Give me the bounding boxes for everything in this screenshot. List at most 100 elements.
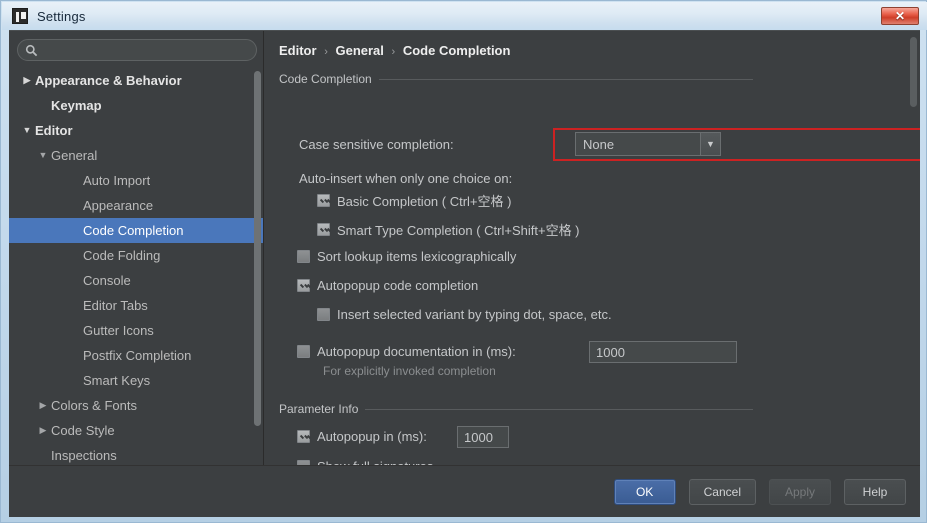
sidebar-item-label: Code Folding bbox=[83, 248, 161, 263]
chevron-down-icon[interactable]: ▼ bbox=[35, 151, 51, 160]
sidebar-item-console[interactable]: Console bbox=[9, 268, 263, 293]
sidebar-item-label: Smart Keys bbox=[83, 373, 151, 388]
title-bar: Settings ✕ bbox=[2, 2, 927, 30]
basic-completion-checkbox[interactable] bbox=[317, 194, 330, 207]
insert-selected-variant-checkbox-row[interactable]: Insert selected variant by typing dot, s… bbox=[317, 307, 612, 322]
sidebar-item-label: Keymap bbox=[51, 98, 102, 113]
autopopup-documentation-hint-wrap: For explicitly invoked completion bbox=[323, 364, 496, 378]
dialog-button-bar: OK Cancel Apply Help bbox=[9, 465, 920, 517]
chevron-down-icon[interactable]: ▼ bbox=[700, 133, 720, 155]
autopopup-documentation-input[interactable] bbox=[589, 341, 737, 363]
dialog-body: ▶ Appearance & Behavior Keymap ▼ Editor ▼ Gene… bbox=[9, 30, 920, 517]
sidebar-item-colors-fonts[interactable]: ▶ Colors & Fonts bbox=[9, 393, 263, 418]
parameter-autopopup-checkbox[interactable] bbox=[297, 430, 310, 443]
sidebar-item-label: Console bbox=[83, 273, 131, 288]
sort-lookup-items-checkbox[interactable] bbox=[297, 250, 310, 263]
sidebar-item-label: Gutter Icons bbox=[83, 323, 154, 338]
parameter-autopopup-input[interactable] bbox=[457, 426, 509, 448]
case-sensitive-completion-label: Case sensitive completion: bbox=[299, 137, 454, 152]
autopopup-documentation-checkbox-row[interactable]: Autopopup documentation in (ms): bbox=[297, 344, 516, 359]
sidebar-item-smart-keys[interactable]: Smart Keys bbox=[9, 368, 263, 393]
apply-button[interactable]: Apply bbox=[769, 479, 831, 505]
insert-selected-variant-label: Insert selected variant by typing dot, s… bbox=[337, 307, 612, 322]
settings-tree[interactable]: ▶ Appearance & Behavior Keymap ▼ Editor ▼ Gene… bbox=[9, 68, 263, 464]
smart-type-completion-checkbox[interactable] bbox=[317, 223, 330, 236]
sidebar-item-code-completion[interactable]: Code Completion bbox=[9, 218, 263, 243]
content-scrollbar[interactable] bbox=[910, 37, 917, 457]
basic-completion-label: Basic Completion ( Ctrl+空格 ) bbox=[337, 194, 512, 209]
sidebar-item-code-style[interactable]: ▶ Code Style bbox=[9, 418, 263, 443]
breadcrumb-code-completion: Code Completion bbox=[402, 43, 511, 58]
help-button[interactable]: Help bbox=[844, 479, 906, 505]
settings-sidebar: ▶ Appearance & Behavior Keymap ▼ Editor ▼ Gene… bbox=[9, 31, 264, 465]
sidebar-item-editor-tabs[interactable]: Editor Tabs bbox=[9, 293, 263, 318]
sidebar-item-gutter-icons[interactable]: Gutter Icons bbox=[9, 318, 263, 343]
sidebar-item-label: Code Style bbox=[51, 423, 115, 438]
sidebar-item-label: Editor bbox=[35, 123, 73, 138]
autopopup-documentation-checkbox[interactable] bbox=[297, 345, 310, 358]
sidebar-item-inspections[interactable]: Inspections bbox=[9, 443, 263, 464]
close-icon[interactable]: ✕ bbox=[881, 7, 919, 25]
sidebar-item-label: Code Completion bbox=[83, 223, 184, 238]
sidebar-item-auto-import[interactable]: Auto Import bbox=[9, 168, 263, 193]
auto-insert-label: Auto-insert when only one choice on: bbox=[299, 171, 513, 186]
sidebar-item-label: Inspections bbox=[51, 448, 117, 463]
smart-type-completion-checkbox-row[interactable]: Smart Type Completion ( Ctrl+Shift+空格 ) bbox=[317, 220, 580, 239]
insert-selected-variant-checkbox[interactable] bbox=[317, 308, 330, 321]
autopopup-documentation-hint: For explicitly invoked completion bbox=[323, 364, 496, 378]
sidebar-item-label: Appearance bbox=[83, 198, 154, 213]
parameter-autopopup-checkbox-row[interactable]: Autopopup in (ms): bbox=[297, 429, 427, 444]
autopopup-documentation-label: Autopopup documentation in (ms): bbox=[317, 344, 516, 359]
sidebar-item-label: Colors & Fonts bbox=[51, 398, 137, 413]
search-box[interactable] bbox=[17, 39, 257, 61]
sidebar-item-appearance[interactable]: Appearance bbox=[9, 193, 263, 218]
sidebar-scrollbar-thumb[interactable] bbox=[254, 71, 261, 426]
search-icon bbox=[25, 44, 38, 57]
sidebar-item-editor[interactable]: ▼ Editor bbox=[9, 118, 263, 143]
smart-type-completion-label: Smart Type Completion ( Ctrl+Shift+空格 ) bbox=[337, 223, 580, 238]
chevron-right-icon[interactable]: ▶ bbox=[19, 76, 35, 85]
group-divider bbox=[365, 408, 753, 410]
basic-completion-checkbox-row[interactable]: Basic Completion ( Ctrl+空格 ) bbox=[317, 191, 511, 210]
autopopup-code-completion-label: Autopopup code completion bbox=[317, 278, 479, 293]
auto-insert-label-wrap: Auto-insert when only one choice on: bbox=[299, 171, 512, 186]
breadcrumb-general[interactable]: General bbox=[335, 43, 383, 58]
autopopup-code-completion-checkbox-row[interactable]: Autopopup code completion bbox=[297, 278, 478, 293]
group-divider bbox=[378, 78, 753, 80]
chevron-right-icon[interactable]: ▶ bbox=[35, 401, 51, 410]
sort-lookup-items-checkbox-row[interactable]: Sort lookup items lexicographically bbox=[297, 249, 516, 264]
chevron-down-icon[interactable]: ▼ bbox=[19, 126, 35, 135]
sidebar-item-label: General bbox=[51, 148, 98, 163]
breadcrumb: Editor › General › Code Completion bbox=[279, 43, 510, 58]
sidebar-item-label: Appearance & Behavior bbox=[35, 73, 182, 88]
parameter-info-group-header: Parameter Info bbox=[279, 401, 753, 417]
sidebar-item-general[interactable]: ▼ General bbox=[9, 143, 263, 168]
autopopup-code-completion-checkbox[interactable] bbox=[297, 279, 310, 292]
breadcrumb-editor[interactable]: Editor bbox=[279, 43, 317, 58]
ok-button[interactable]: OK bbox=[613, 479, 676, 505]
sidebar-item-appearance-behavior[interactable]: ▶ Appearance & Behavior bbox=[9, 68, 263, 93]
case-sensitive-completion-label-wrap: Case sensitive completion: bbox=[299, 137, 454, 152]
group-title-label: Code Completion bbox=[279, 72, 372, 86]
sidebar-item-label: Editor Tabs bbox=[83, 298, 148, 313]
sidebar-item-label: Auto Import bbox=[83, 173, 151, 188]
case-sensitive-completion-dropdown[interactable]: None ▼ bbox=[575, 132, 721, 156]
settings-content-panel: Editor › General › Code Completion Code … bbox=[265, 31, 920, 465]
sort-lookup-items-label: Sort lookup items lexicographically bbox=[317, 249, 517, 264]
sidebar-item-postfix-completion[interactable]: Postfix Completion bbox=[9, 343, 263, 368]
sidebar-scrollbar[interactable] bbox=[254, 71, 261, 461]
group-title-label: Parameter Info bbox=[279, 402, 359, 416]
sidebar-item-code-folding[interactable]: Code Folding bbox=[9, 243, 263, 268]
content-scrollbar-thumb[interactable] bbox=[910, 37, 917, 107]
cancel-button[interactable]: Cancel bbox=[688, 479, 756, 505]
chevron-right-icon[interactable]: ▶ bbox=[35, 426, 51, 435]
window-title: Settings bbox=[37, 8, 86, 24]
breadcrumb-separator: › bbox=[391, 46, 396, 58]
intellij-logo-icon bbox=[12, 8, 28, 24]
sidebar-item-label: Postfix Completion bbox=[83, 348, 192, 363]
parameter-autopopup-label: Autopopup in (ms): bbox=[317, 429, 427, 444]
sidebar-item-keymap[interactable]: Keymap bbox=[9, 93, 263, 118]
code-completion-group-header: Code Completion bbox=[279, 71, 753, 87]
dropdown-selected-value: None bbox=[583, 136, 615, 152]
search-input[interactable] bbox=[38, 40, 256, 60]
